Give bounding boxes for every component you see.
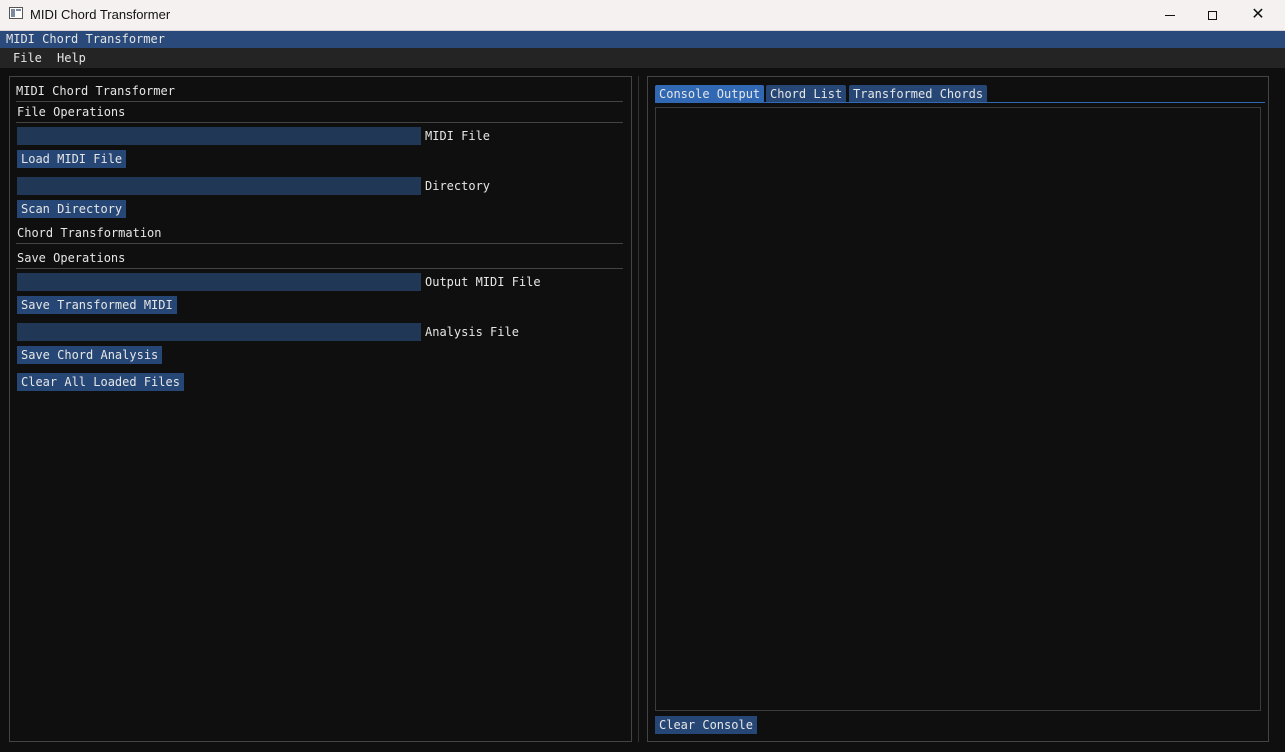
divider <box>16 101 623 102</box>
minimize-icon <box>1165 14 1175 16</box>
window-title: MIDI Chord Transformer <box>30 7 171 22</box>
os-title-bar: MIDI Chord Transformer ✕ <box>0 0 1285 31</box>
menu-file[interactable]: File <box>7 48 48 68</box>
tab-console-output[interactable]: Console Output <box>655 85 765 103</box>
output-midi-file-label: Output MIDI File <box>425 275 541 289</box>
menu-bar: File Help <box>0 48 1285 68</box>
panel-heading: MIDI Chord Transformer <box>16 84 175 98</box>
output-midi-file-input[interactable] <box>17 273 421 291</box>
divider <box>16 243 623 244</box>
panel-splitter[interactable] <box>638 76 639 742</box>
maximize-icon <box>1207 10 1217 20</box>
imgui-window-title-bar[interactable]: MIDI Chord Transformer <box>0 31 1285 48</box>
clear-all-loaded-files-button[interactable]: Clear All Loaded Files <box>17 373 184 391</box>
close-button[interactable]: ✕ <box>1235 0 1281 30</box>
tab-transformed-chords[interactable]: Transformed Chords <box>849 85 988 103</box>
close-icon: ✕ <box>1251 6 1265 23</box>
maximize-button[interactable] <box>1189 0 1235 30</box>
save-operations-header[interactable]: Save Operations <box>17 251 125 265</box>
minimize-button[interactable] <box>1147 0 1193 30</box>
console-output-area[interactable] <box>655 107 1261 711</box>
imgui-window-title: MIDI Chord Transformer <box>6 32 165 46</box>
app-window-icon <box>9 7 23 19</box>
save-transformed-midi-button[interactable]: Save Transformed MIDI <box>17 296 177 314</box>
divider <box>16 268 623 269</box>
chord-transformation-header[interactable]: Chord Transformation <box>17 226 162 240</box>
midi-file-input[interactable] <box>17 127 421 145</box>
scan-directory-button[interactable]: Scan Directory <box>17 200 127 218</box>
tab-bar-underline <box>655 102 1265 103</box>
load-midi-file-button[interactable]: Load MIDI File <box>17 150 127 168</box>
midi-file-label: MIDI File <box>425 129 491 143</box>
save-chord-analysis-button[interactable]: Save Chord Analysis <box>17 346 163 364</box>
tab-chord-list[interactable]: Chord List <box>766 85 847 103</box>
analysis-file-label: Analysis File <box>425 325 519 339</box>
clear-console-button[interactable]: Clear Console <box>655 716 757 734</box>
directory-input[interactable] <box>17 177 421 195</box>
analysis-file-input[interactable] <box>17 323 421 341</box>
divider <box>16 122 623 123</box>
file-operations-header[interactable]: File Operations <box>17 105 125 119</box>
controls-panel <box>9 76 632 742</box>
directory-label: Directory <box>425 179 491 193</box>
menu-help[interactable]: Help <box>51 48 92 68</box>
